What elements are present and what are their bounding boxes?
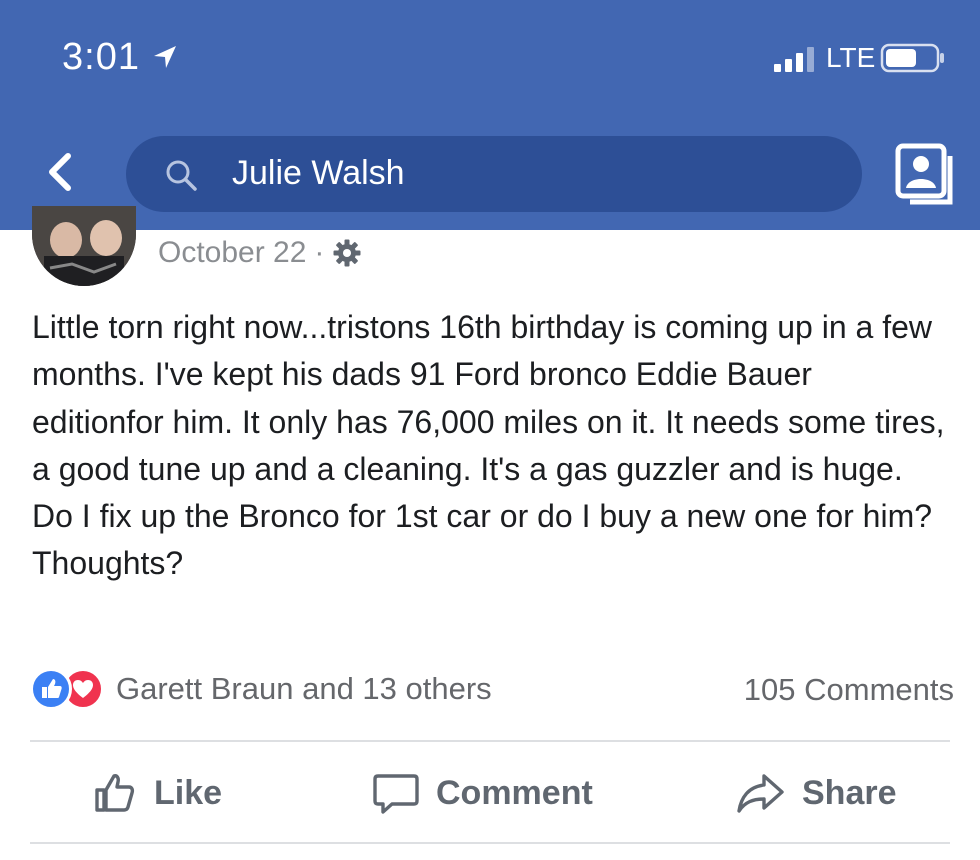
comment-label: Comment [436, 773, 593, 812]
thumbs-up-icon [95, 774, 135, 812]
share-button[interactable]: Share [736, 760, 897, 826]
comments-count[interactable]: 105 Comments [744, 672, 954, 708]
like-reaction-icon [30, 668, 72, 710]
comment-bubble-icon [373, 774, 419, 814]
action-bar: Like Comment Share [0, 760, 980, 826]
reactions-text: Garett Braun and 13 others [116, 671, 492, 706]
avatar-photo [32, 206, 136, 286]
share-label: Share [802, 773, 897, 812]
location-arrow-icon [154, 46, 176, 68]
back-button[interactable] [38, 150, 82, 194]
gear-icon [333, 239, 361, 267]
share-arrow-icon [737, 774, 784, 813]
network-label: LTE [826, 42, 876, 73]
signal-bars-icon [774, 47, 814, 72]
post-date[interactable]: October 22 [158, 236, 306, 270]
battery-icon [880, 43, 944, 73]
reaction-summary[interactable]: Garett Braun and 13 others [30, 668, 492, 710]
search-bar[interactable]: Julie Walsh [126, 136, 862, 212]
profile-card-icon[interactable] [892, 140, 958, 206]
comment-button[interactable]: Comment [372, 760, 593, 826]
author-avatar[interactable] [32, 206, 136, 286]
like-label: Like [154, 773, 223, 812]
like-button[interactable]: Like [92, 760, 222, 826]
post-meta: October 22 · [158, 236, 362, 270]
search-icon [166, 160, 197, 191]
post-text: Little torn right now...tristons 16th bi… [32, 309, 945, 582]
status-time: 3:01 [62, 36, 140, 78]
meta-separator: · [314, 236, 325, 269]
app-header: 3:01 LTE Julie Walsh [0, 0, 980, 230]
divider [30, 740, 950, 742]
search-query: Julie Walsh [232, 154, 405, 192]
divider [30, 842, 950, 844]
